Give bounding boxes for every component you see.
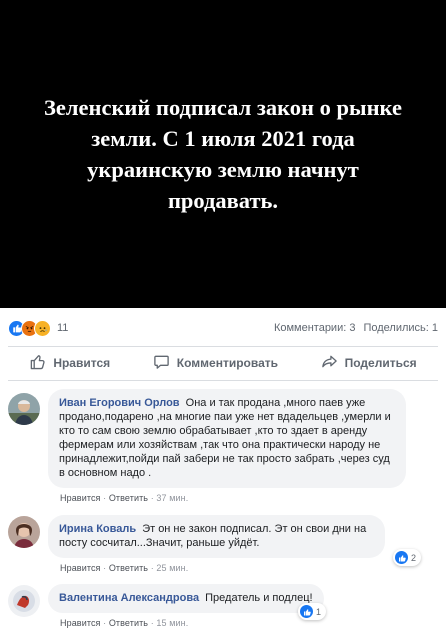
comment-timestamp[interactable]: 37 мин. bbox=[156, 493, 188, 503]
shares-count-link[interactable]: Поделились: 1 bbox=[363, 322, 438, 334]
share-label: Поделиться bbox=[344, 356, 417, 370]
sad-reaction-icon bbox=[34, 319, 51, 337]
comment-text: Предатель и подлец! bbox=[205, 592, 313, 604]
like-icon bbox=[300, 605, 313, 618]
comment-reaction-badge[interactable]: 2 bbox=[393, 549, 422, 566]
share-button[interactable]: Поделиться bbox=[321, 353, 417, 373]
post-stats: Комментарии: 3 Поделились: 1 bbox=[274, 322, 438, 334]
comment-like-link[interactable]: Нравится bbox=[60, 618, 101, 628]
post-image-text: Зеленский подписал закон о рынке земли. … bbox=[44, 95, 402, 213]
comment-timestamp[interactable]: 25 мин. bbox=[156, 563, 188, 573]
comment-reply-link[interactable]: Ответить bbox=[109, 563, 148, 573]
comment-button[interactable]: Комментировать bbox=[153, 353, 278, 373]
comment-author[interactable]: Ирина Коваль bbox=[59, 523, 136, 535]
comment-reply-link[interactable]: Ответить bbox=[109, 493, 148, 503]
reaction-count[interactable]: 11 bbox=[57, 322, 68, 334]
comment-bubble: Ирина Коваль Эт он не закон подписал. Эт… bbox=[48, 515, 385, 558]
post-action-bar: Нравится Комментировать Поделиться bbox=[8, 346, 438, 380]
comment-reaction-badge[interactable]: 1 bbox=[298, 603, 327, 620]
share-icon bbox=[321, 353, 338, 373]
comment-bubble: Иван Егорович Орлов Она и так продана ,м… bbox=[48, 389, 406, 488]
comment-reaction-count: 2 bbox=[411, 552, 417, 563]
reactions-summary: 11 Комментарии: 3 Поделились: 1 bbox=[8, 318, 438, 338]
divider bbox=[8, 380, 438, 381]
comment-label: Комментировать bbox=[176, 356, 278, 370]
comment-like-link[interactable]: Нравится bbox=[60, 563, 101, 573]
comment-reply-link[interactable]: Ответить bbox=[109, 618, 148, 628]
post-image[interactable]: Зеленский подписал закон о рынке земли. … bbox=[0, 0, 446, 308]
comment-actions: Нравится · Ответить · 37 мин. bbox=[60, 493, 189, 503]
comment-bubble: Валентина Александрова Предатель и подле… bbox=[48, 584, 324, 613]
comment-icon bbox=[153, 353, 170, 373]
like-button[interactable]: Нравится bbox=[29, 353, 110, 373]
comment-author[interactable]: Валентина Александрова bbox=[59, 592, 199, 604]
comment-like-link[interactable]: Нравится bbox=[60, 493, 101, 503]
like-label: Нравится bbox=[53, 356, 111, 370]
avatar[interactable] bbox=[8, 516, 40, 548]
avatar[interactable] bbox=[8, 585, 40, 617]
comment: Иван Егорович Орлов Она и так продана ,м… bbox=[8, 389, 406, 503]
reaction-icons[interactable] bbox=[8, 319, 51, 337]
comment: Валентина Александрова Предатель и подле… bbox=[8, 584, 348, 628]
comment-timestamp[interactable]: 15 мин. bbox=[156, 618, 188, 628]
comment-text: Она и так продана ,много паев уже продан… bbox=[59, 397, 391, 479]
comment-author[interactable]: Иван Егорович Орлов bbox=[59, 397, 180, 409]
avatar[interactable] bbox=[8, 393, 40, 425]
like-icon bbox=[395, 551, 408, 564]
comment-reaction-count: 1 bbox=[316, 606, 322, 617]
comments-count-link[interactable]: Комментарии: 3 bbox=[274, 322, 356, 334]
thumbs-up-icon bbox=[29, 353, 46, 373]
comment-actions: Нравится · Ответить · 25 мин. bbox=[60, 563, 189, 573]
comment: Ирина Коваль Эт он не закон подписал. Эт… bbox=[8, 515, 422, 573]
